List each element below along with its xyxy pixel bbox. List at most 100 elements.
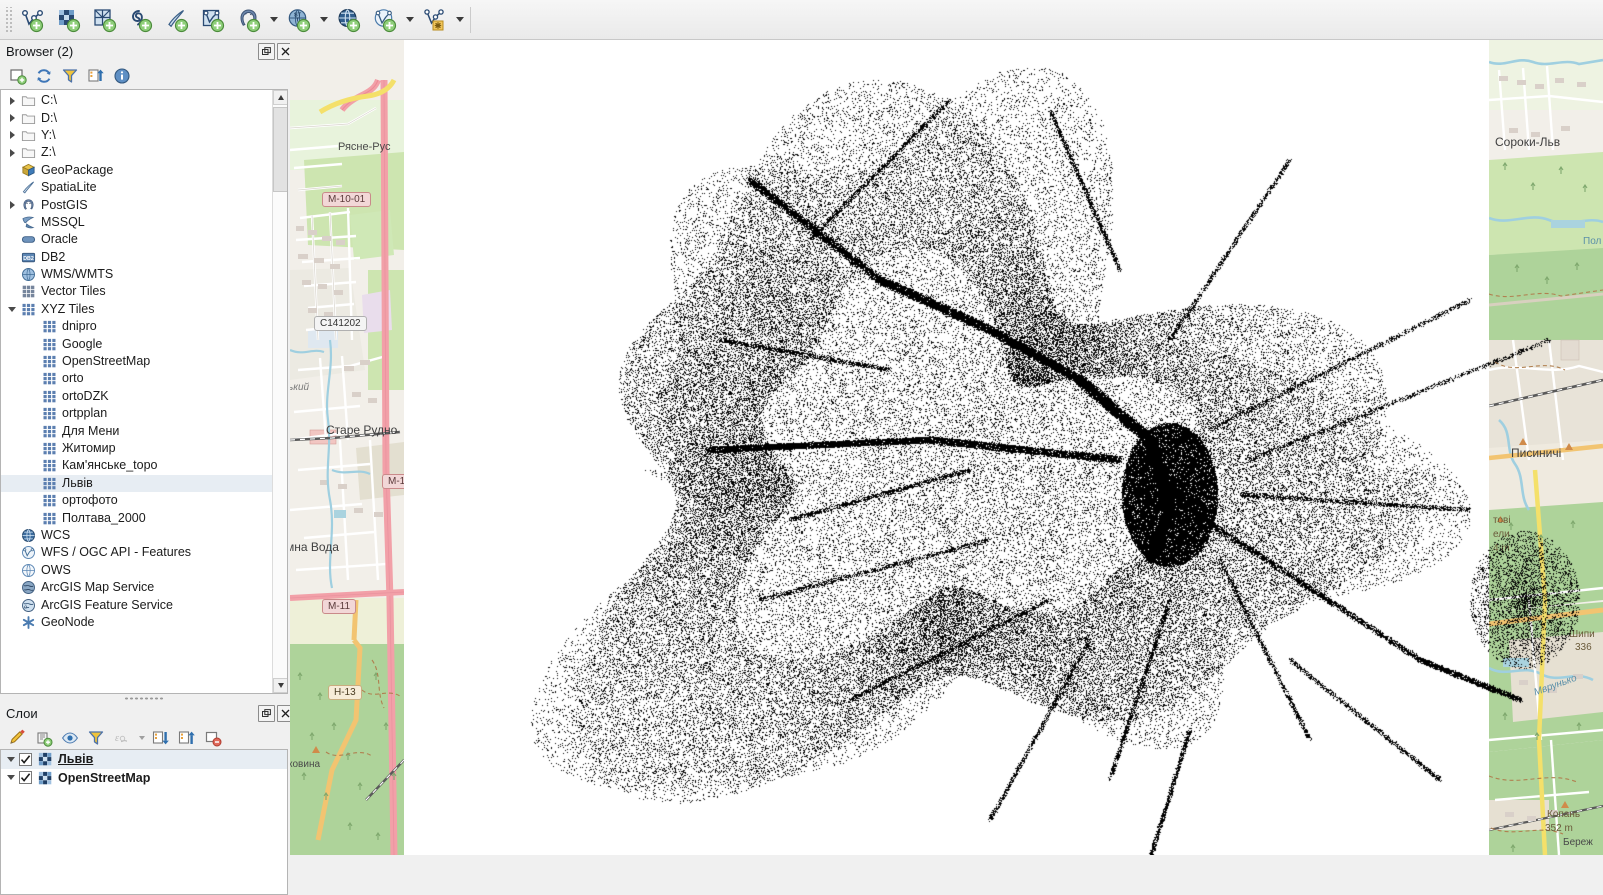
browser-item-label: orto — [62, 371, 84, 386]
browser-tree[interactable]: C:\ D:\ Y:\ Z:\ GeoPackage SpatiaLite PostGIS M… — [0, 89, 288, 694]
browser-item-ortodzk[interactable]: ortoDZK — [1, 388, 273, 405]
browser-filter-button[interactable] — [58, 64, 82, 88]
browser-item-spatialite[interactable]: SpatiaLite — [1, 179, 273, 196]
add-postgis-layer-dropdown[interactable] — [267, 3, 281, 37]
layer-visibility-checkbox[interactable] — [19, 771, 32, 785]
browser-item-житомир[interactable]: Житомир — [1, 440, 273, 457]
map-canvas[interactable]: Рясне-Рус M-10-01 C141202 ький Старе Руд… — [290, 40, 1603, 855]
expand-all-button[interactable] — [149, 726, 173, 750]
add-wfs-layer-dropdown[interactable] — [403, 3, 417, 37]
browser-refresh-button[interactable] — [32, 64, 56, 88]
browser-item-ows[interactable]: OWS — [1, 562, 273, 579]
browser-item-wms-wmts[interactable]: WMS/WMTS — [1, 266, 273, 283]
add-selected-layers-icon — [10, 68, 27, 85]
add-postgis-layer-button[interactable] — [231, 2, 267, 38]
add-mesh-layer-button[interactable] — [87, 2, 123, 38]
browser-item-openstreetmap[interactable]: OpenStreetMap — [1, 353, 273, 370]
browser-item-arcgis-feature-service[interactable]: ArcGIS Feature Service — [1, 596, 273, 613]
add-point-cloud-layer-button[interactable] — [417, 2, 453, 38]
browser-properties-button[interactable] — [110, 64, 134, 88]
expand-all-icon — [152, 730, 169, 744]
add-raster-layer-button[interactable] — [51, 2, 87, 38]
filter-legend-by-expression-button[interactable]: ε — [110, 726, 134, 750]
add-vector-layer-button[interactable] — [15, 2, 51, 38]
browser-item-ортофото[interactable]: ортофото — [1, 492, 273, 509]
browser-item-dnipro[interactable]: dnipro — [1, 318, 273, 335]
browser-item-для-мени[interactable]: Для Мени — [1, 422, 273, 439]
browser-item-wcs[interactable]: WCS — [1, 527, 273, 544]
chevron-right-icon[interactable] — [4, 144, 20, 161]
add-delimited-text-layer-icon — [132, 9, 153, 32]
browser-item-xyz-tiles[interactable]: XYZ Tiles — [1, 301, 273, 318]
remove-layer-icon — [205, 731, 222, 746]
browser-item-львів[interactable]: Львів — [1, 474, 273, 492]
chevron-right-icon[interactable] — [4, 92, 20, 109]
browser-scrollbar[interactable] — [272, 90, 287, 693]
browser-item-geopackage[interactable]: GeoPackage — [1, 162, 273, 179]
chevron-right-icon[interactable] — [4, 127, 20, 144]
postgis-icon — [20, 197, 37, 214]
close-icon — [281, 47, 290, 55]
add-point-cloud-layer-dropdown[interactable] — [453, 3, 467, 37]
filter-legend-icon — [88, 730, 104, 745]
dock-splitter[interactable] — [0, 694, 288, 702]
browser-item-geonode[interactable]: GeoNode — [1, 614, 273, 631]
collapse-all-button[interactable] — [175, 726, 199, 750]
browser-scroll-thumb[interactable] — [273, 107, 287, 192]
layers-float-button[interactable] — [258, 704, 275, 722]
layer-item-львів[interactable]: Львів — [1, 750, 287, 769]
add-spatialite-layer-button[interactable] — [159, 2, 195, 38]
add-wms-layer-button[interactable]: ST T — [281, 2, 317, 38]
browser-item-ortpplan[interactable]: ortpplan — [1, 405, 273, 422]
chevron-down-icon[interactable] — [3, 751, 19, 768]
xyz-tiles-icon — [41, 353, 58, 370]
layer-item-openstreetmap[interactable]: OpenStreetMap — [1, 769, 287, 788]
browser-scroll-up-button[interactable] — [273, 90, 287, 105]
xyz-tiles-icon — [41, 457, 58, 474]
browser-item-mssql[interactable]: MSSQL — [1, 214, 273, 231]
browser-float-button[interactable] — [258, 42, 275, 60]
chevron-down-icon[interactable] — [4, 301, 20, 318]
add-wms-layer-dropdown[interactable] — [317, 3, 331, 37]
add-delimited-text-layer-button[interactable] — [123, 2, 159, 38]
browser-item-кам-янське-topo[interactable]: Кам'янське_topo — [1, 457, 273, 474]
browser-item-db2[interactable]: DB2 DB2 — [1, 249, 273, 266]
manage-visibility-icon — [61, 731, 79, 744]
layers-tree[interactable]: Львів OpenStreetMap — [0, 749, 288, 895]
browser-item-orto[interactable]: orto — [1, 370, 273, 387]
browser-item-d-[interactable]: D:\ — [1, 109, 273, 126]
filter-legend-button[interactable] — [84, 726, 108, 750]
add-group-button[interactable] — [32, 726, 56, 750]
browser-add-selected-layers-button[interactable] — [6, 64, 30, 88]
add-ows-layer-button[interactable] — [331, 2, 367, 38]
open-layer-styling-button[interactable] — [6, 726, 30, 750]
chevron-right-icon[interactable] — [4, 110, 20, 127]
chevron-down-icon[interactable] — [3, 769, 19, 786]
filter-legend-by-expression-dropdown[interactable] — [136, 727, 147, 749]
browser-item-полтава-2000[interactable]: Полтава_2000 — [1, 509, 273, 526]
add-virtual-layer-button[interactable] — [195, 2, 231, 38]
browser-item-y-[interactable]: Y:\ — [1, 127, 273, 144]
toolbar-drag-handle[interactable] — [4, 6, 12, 33]
remove-layer-button[interactable] — [201, 726, 225, 750]
chevron-right-icon[interactable] — [4, 197, 20, 214]
browser-item-arcgis-map-service[interactable]: ArcGIS Map Service — [1, 579, 273, 596]
layer-visibility-checkbox[interactable] — [19, 752, 32, 766]
xyz-tiles-icon — [41, 370, 58, 387]
manage-map-themes-button[interactable] — [58, 726, 82, 750]
browser-item-postgis[interactable]: PostGIS — [1, 196, 273, 213]
browser-item-wfs-ogc-api-features[interactable]: WFS / OGC API - Features — [1, 544, 273, 561]
close-icon — [281, 709, 290, 717]
add-wfs-layer-button[interactable] — [367, 2, 403, 38]
browser-item-z-[interactable]: Z:\ — [1, 144, 273, 161]
xyz-tiles-icon — [41, 405, 58, 422]
browser-item-oracle[interactable]: Oracle — [1, 231, 273, 248]
browser-collapse-all-button[interactable] — [84, 64, 108, 88]
browser-item-vector-tiles[interactable]: Vector Tiles — [1, 283, 273, 300]
browser-item-google[interactable]: Google — [1, 335, 273, 352]
browser-scroll-down-button[interactable] — [273, 678, 287, 693]
browser-item-c-[interactable]: C:\ — [1, 92, 273, 109]
